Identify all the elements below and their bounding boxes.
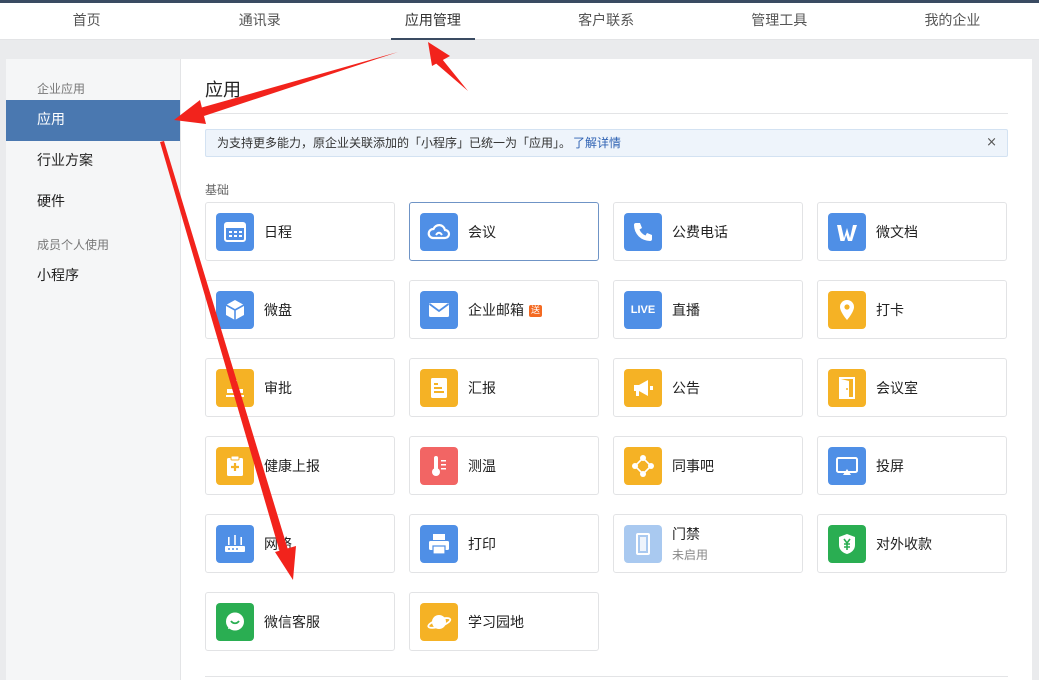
title-divider	[205, 113, 1008, 114]
calendar-icon	[216, 212, 254, 251]
app-label: 公费电话	[672, 224, 728, 241]
app-label: 微信客服	[264, 614, 320, 631]
app-card[interactable]: 公告	[613, 358, 803, 417]
nav-management-tools[interactable]: 管理工具	[693, 3, 866, 40]
live-icon-text: LIVE	[630, 303, 656, 316]
app-label: 公告	[672, 380, 700, 397]
planet-icon	[420, 602, 458, 641]
phone-icon	[624, 212, 662, 251]
notice-banner: 为支持更多能力，原企业关联添加的「小程序」已统一为「应用」。 了解详情 ×	[205, 129, 1008, 157]
app-card[interactable]: 测温	[409, 436, 599, 495]
app-label: 打印	[468, 536, 496, 553]
app-label: 学习园地	[468, 614, 524, 631]
app-card[interactable]: 会议室	[817, 358, 1007, 417]
app-card[interactable]: 同事吧	[613, 436, 803, 495]
sidebar-item-apps[interactable]: 应用	[6, 100, 180, 141]
app-label: 测温	[468, 458, 496, 475]
sidebar: 企业应用 应用 行业方案 硬件 成员个人使用 小程序	[6, 59, 181, 680]
sidebar-group-enterprise-apps: 企业应用	[37, 82, 86, 96]
thermometer-icon	[420, 446, 458, 485]
sidebar-item-mini-programs[interactable]: 小程序	[6, 256, 180, 297]
gift-badge: 送	[529, 304, 543, 317]
app-status: 未启用	[672, 548, 709, 562]
app-card[interactable]: 汇报	[409, 358, 599, 417]
screen-cast-icon	[828, 446, 866, 485]
app-label: 企业邮箱送	[468, 300, 543, 320]
stamp-icon	[216, 368, 254, 407]
sidebar-item-hardware[interactable]: 硬件	[6, 182, 180, 223]
payment-shield-icon	[828, 524, 866, 563]
app-grid: 日程 会议 公费电话 微文档 微盘 企业邮箱送 LIVE 直播 打卡 审批 汇报 …	[205, 202, 1007, 651]
app-card[interactable]: 对外收款	[817, 514, 1007, 573]
app-card[interactable]: 公费电话	[613, 202, 803, 261]
app-card[interactable]: 日程	[205, 202, 395, 261]
door-icon	[828, 368, 866, 407]
app-label: 会议室	[876, 380, 918, 397]
app-card[interactable]: 网络	[205, 514, 395, 573]
app-label-text: 企业邮箱	[468, 302, 524, 319]
app-label: 投屏	[876, 458, 904, 475]
mail-icon	[420, 290, 458, 329]
nav-app-management[interactable]: 应用管理	[346, 3, 519, 40]
app-label: 健康上报	[264, 458, 320, 475]
app-label: 对外收款	[876, 536, 932, 553]
app-card[interactable]: 打印	[409, 514, 599, 573]
app-label: 门禁	[672, 527, 700, 543]
nav-my-enterprise[interactable]: 我的企业	[866, 3, 1039, 40]
app-card[interactable]: 门禁 未启用	[613, 514, 803, 573]
app-card[interactable]: 微盘	[205, 280, 395, 339]
nav-contacts[interactable]: 通讯录	[173, 3, 346, 40]
app-card[interactable]: 学习园地	[409, 592, 599, 651]
access-door-icon	[624, 524, 662, 563]
clipboard-plus-icon	[216, 446, 254, 485]
w-doc-icon	[828, 212, 866, 251]
app-label: 直播	[672, 302, 700, 319]
app-card[interactable]: 健康上报	[205, 436, 395, 495]
app-label: 审批	[264, 380, 292, 397]
app-card[interactable]: 企业邮箱送	[409, 280, 599, 339]
cloud-meeting-icon	[420, 212, 458, 251]
app-label: 会议	[468, 224, 496, 241]
app-label: 同事吧	[672, 458, 714, 475]
live-icon: LIVE	[624, 290, 662, 329]
report-icon	[420, 368, 458, 407]
app-card[interactable]: LIVE 直播	[613, 280, 803, 339]
app-label: 日程	[264, 224, 292, 241]
app-card[interactable]: 审批	[205, 358, 395, 417]
section-label-basic: 基础	[205, 183, 230, 197]
nav-home[interactable]: 首页	[0, 3, 173, 40]
sidebar-group-personal-use: 成员个人使用	[37, 238, 110, 252]
router-icon	[216, 524, 254, 563]
app-label: 微盘	[264, 302, 292, 319]
sidebar-item-industry-solutions[interactable]: 行业方案	[6, 141, 180, 182]
top-nav: 首页 通讯录 应用管理 客户联系 管理工具 我的企业	[0, 3, 1039, 40]
printer-icon	[420, 524, 458, 563]
app-card[interactable]: 打卡	[817, 280, 1007, 339]
app-label: 打卡	[876, 302, 904, 319]
network-icon	[624, 446, 662, 485]
app-card[interactable]: 微信客服	[205, 592, 395, 651]
cube-icon	[216, 290, 254, 329]
notice-text: 为支持更多能力，原企业关联添加的「小程序」已统一为「应用」。	[217, 136, 572, 150]
app-label: 网络	[264, 536, 292, 553]
location-pin-icon	[828, 290, 866, 329]
chat-bubble-icon	[216, 602, 254, 641]
learn-more-link[interactable]: 了解详情	[573, 136, 621, 150]
nav-customer-contact[interactable]: 客户联系	[520, 3, 693, 40]
app-card[interactable]: 微文档	[817, 202, 1007, 261]
main-panel: 应用 为支持更多能力，原企业关联添加的「小程序」已统一为「应用」。 了解详情 × …	[181, 59, 1032, 680]
top-navigation-bar: 首页 通讯录 应用管理 客户联系 管理工具 我的企业	[0, 0, 1039, 40]
megaphone-icon	[624, 368, 662, 407]
app-card[interactable]: 投屏	[817, 436, 1007, 495]
close-icon[interactable]: ×	[986, 130, 997, 156]
app-card[interactable]: 会议	[409, 202, 599, 261]
bottom-divider	[205, 676, 1008, 677]
app-label: 微文档	[876, 224, 918, 241]
page-title: 应用	[205, 80, 241, 101]
app-label: 汇报	[468, 380, 496, 397]
